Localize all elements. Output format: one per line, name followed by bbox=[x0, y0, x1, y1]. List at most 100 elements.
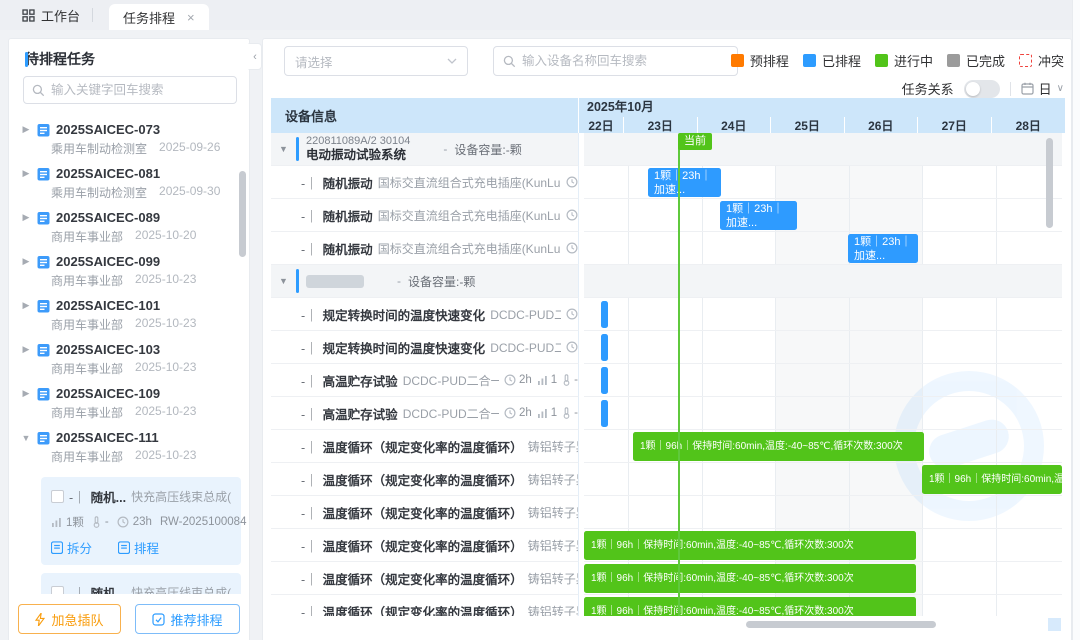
caret-down-icon[interactable]: ▼ bbox=[279, 276, 289, 286]
task-bar[interactable]: 1颗｜96h｜保持时间:60min,温度:-40~85℃,循环次数:300次 bbox=[633, 432, 924, 461]
task-checkbox[interactable] bbox=[51, 490, 64, 503]
caret-right-icon[interactable]: ▶ bbox=[21, 212, 31, 223]
gantt-task-row-track: 1颗｜96h｜保持时间:60min,温度:-40~85℃,循环次数:300次 bbox=[584, 463, 1062, 496]
gantt-task-row-track bbox=[584, 496, 1062, 529]
task-checkbox[interactable] bbox=[51, 586, 64, 594]
tab-workbench[interactable]: 工作台 bbox=[0, 0, 92, 30]
sidebar-search[interactable] bbox=[23, 76, 237, 104]
tree-item[interactable]: ▶2025SAICEC-109商用车事业部2025-10-23 bbox=[9, 381, 249, 425]
sidebar-scrollbar[interactable] bbox=[239, 171, 246, 257]
gantt-task-row-label[interactable]: -｜温度循环（规定变化率的温度循环）铸铝转子异步 bbox=[271, 496, 579, 529]
panel-collapse-button[interactable]: ‹ bbox=[248, 43, 262, 70]
caret-right-icon[interactable]: ▶ bbox=[21, 300, 31, 311]
test-item-spec: 国标交直流组合式充电插座(KunLun 30) bbox=[378, 207, 561, 224]
task-bar[interactable]: 1颗｜23h｜加速... bbox=[720, 201, 797, 230]
task-relation-toggle[interactable] bbox=[964, 80, 1000, 98]
caret-right-icon[interactable]: ▶ bbox=[21, 256, 31, 267]
caret-right-icon[interactable]: ▶ bbox=[21, 344, 31, 355]
day-header-cell: 26日 bbox=[844, 117, 918, 133]
caret-down-icon[interactable]: ▼ bbox=[279, 144, 289, 154]
task-bar[interactable]: 1颗｜96h｜保持时间:60min,温度:-40~85℃,循环次数:300次 bbox=[584, 531, 916, 560]
group-accent-bar bbox=[296, 269, 299, 293]
gantt-task-row-label[interactable]: -｜随机振动国标交直流组合式充电插座(KunLun 30) bbox=[271, 232, 579, 265]
tree-item[interactable]: ▶2025SAICEC-103商用车事业部2025-10-23 bbox=[9, 337, 249, 381]
test-item-name: 温度循环（规定变化率的温度循环） bbox=[323, 437, 523, 456]
tree-item[interactable]: ▶2025SAICEC-101商用车事业部2025-10-23 bbox=[9, 293, 249, 337]
gantt-group-row-label[interactable]: ▼-设备容量:-颗 bbox=[271, 265, 579, 298]
test-item-name: 温度循环（规定变化率的温度循环） bbox=[323, 536, 523, 555]
test-item-spec: 国标交直流组合式充电插座(KunLun 30) bbox=[378, 240, 561, 257]
legend-inprogress: 进行中 bbox=[875, 51, 933, 70]
horizontal-scrollbar[interactable] bbox=[746, 621, 936, 628]
tree-item[interactable]: ▶2025SAICEC-081乘用车制动检测室2025-09-30 bbox=[9, 161, 249, 205]
device-search-input[interactable] bbox=[522, 54, 728, 68]
due-date: 2025-10-23 bbox=[135, 316, 196, 333]
gantt-task-row-label[interactable]: -｜高温贮存试验DCDC-PUD二合一2h1- bbox=[271, 364, 579, 397]
gantt-task-row-label[interactable]: -｜随机振动国标交直流组合式充电插座(KunLun 30) bbox=[271, 166, 579, 199]
split-link[interactable]: 拆分 bbox=[51, 538, 92, 557]
test-item-spec: 铸铝转子异步 bbox=[528, 570, 578, 587]
top-tab-bar: 工作台 任务排程 × bbox=[0, 0, 1080, 30]
document-icon bbox=[37, 211, 50, 225]
gantt-task-row-track bbox=[584, 397, 1062, 430]
task-bar[interactable] bbox=[601, 367, 608, 394]
gantt-body: ▼220811089A/2 30104电动振动试验系统-设备容量:-颗-｜随机振… bbox=[271, 133, 1065, 616]
task-bar[interactable]: 1颗｜96h｜保持时间:60min,温度:-40~85℃,循环次数:300次 bbox=[922, 465, 1062, 494]
duration-value: 23h bbox=[133, 516, 152, 528]
recommend-icon bbox=[152, 613, 165, 626]
chart-controls: 任务关系 日 ∨ bbox=[902, 79, 1064, 98]
task-bar[interactable]: 1颗｜96h｜保持时间:60min,温度:-40~85℃,循环次数:300次 bbox=[584, 564, 916, 593]
search-icon bbox=[503, 55, 516, 68]
tree-item[interactable]: ▶2025SAICEC-089商用车事业部2025-10-20 bbox=[9, 205, 249, 249]
task-bar[interactable]: 1颗｜23h｜加速... bbox=[848, 234, 918, 263]
recommend-schedule-button[interactable]: 推荐排程 bbox=[135, 604, 240, 634]
pending-task-list: ▶2025SAICEC-073乘用车制动检测室2025-09-26▶2025SA… bbox=[9, 113, 249, 594]
gantt-task-row-label[interactable]: -｜规定转换时间的温度快速变化DCDC-PUD二合一 bbox=[271, 331, 579, 364]
tree-item[interactable]: ▶2025SAICEC-099商用车事业部2025-10-23 bbox=[9, 249, 249, 293]
device-search[interactable] bbox=[493, 46, 738, 76]
gantt-task-row-label[interactable]: -｜温度循环（规定变化率的温度循环）铸铝转子异步 bbox=[271, 595, 579, 616]
chart-vertical-scrollbar[interactable] bbox=[1046, 138, 1053, 228]
device-capacity: 设备容量:-颗 bbox=[454, 141, 521, 158]
caret-right-icon[interactable]: ▶ bbox=[21, 388, 31, 399]
task-bar[interactable] bbox=[601, 400, 608, 427]
task-bar[interactable]: 1颗｜96h｜保持时间:60min,温度:-40~85℃,循环次数:300次 bbox=[584, 597, 916, 616]
gantt-task-row-label[interactable]: -｜温度循环（规定变化率的温度循环）铸铝转子异步 bbox=[271, 430, 579, 463]
caret-right-icon[interactable]: ▶ bbox=[21, 168, 31, 179]
gantt-task-row-label[interactable]: -｜随机振动国标交直流组合式充电插座(KunLun 30) bbox=[271, 199, 579, 232]
status-legend: 预排程 已排程 进行中 已完成 冲突 bbox=[731, 51, 1064, 70]
tab-task-schedule[interactable]: 任务排程 × bbox=[109, 4, 209, 30]
test-item-name: 温度循环（规定变化率的温度循环） bbox=[323, 470, 523, 489]
close-icon[interactable]: × bbox=[187, 10, 195, 25]
tree-item[interactable]: ▶2025SAICEC-073乘用车制动检测室2025-09-26 bbox=[9, 117, 249, 161]
day-header-cell: 24日 bbox=[697, 117, 771, 133]
department-label: 商用车事业部 bbox=[51, 316, 123, 333]
legend-swatch-completed bbox=[947, 54, 960, 67]
task-name: 随机... bbox=[91, 583, 126, 594]
sidebar-search-input[interactable] bbox=[51, 83, 228, 97]
task-bar[interactable] bbox=[601, 334, 608, 361]
task-bar[interactable]: 1颗｜23h｜加速... bbox=[648, 168, 721, 197]
gantt-group-row-label[interactable]: ▼220811089A/2 30104电动振动试验系统-设备容量:-颗 bbox=[271, 133, 579, 166]
work-order-code: RW-2025100084 bbox=[160, 516, 247, 528]
gantt-task-row-label[interactable]: -｜规定转换时间的温度快速变化DCDC-PUD二合一 bbox=[271, 298, 579, 331]
view-mode-select[interactable]: 日 ∨ bbox=[1021, 79, 1064, 98]
gantt-task-row-label[interactable]: -｜高温贮存试验DCDC-PUD二合一2h1- bbox=[271, 397, 579, 430]
task-card[interactable]: -｜随机...快充高压线束总成(45...1颗-23hRW-2025100085… bbox=[41, 573, 241, 594]
document-icon bbox=[37, 299, 50, 313]
gantt-task-row-label[interactable]: -｜温度循环（规定变化率的温度循环）铸铝转子异步 bbox=[271, 463, 579, 496]
schedule-link[interactable]: 排程 bbox=[118, 538, 159, 557]
urgent-insert-button[interactable]: 加急插队 bbox=[18, 604, 120, 634]
gantt-task-row-label[interactable]: -｜温度循环（规定变化率的温度循环）铸铝转子异步 bbox=[271, 562, 579, 595]
gantt-task-row-label[interactable]: -｜温度循环（规定变化率的温度循环）铸铝转子异步 bbox=[271, 529, 579, 562]
tree-item[interactable]: ▼2025SAICEC-111商用车事业部2025-10-23 bbox=[9, 425, 249, 469]
task-bar[interactable] bbox=[601, 301, 608, 328]
caret-down-icon[interactable]: ▼ bbox=[21, 433, 31, 443]
tab-workbench-label: 工作台 bbox=[41, 6, 80, 25]
filter-select[interactable]: 请选择 bbox=[284, 46, 468, 76]
caret-right-icon[interactable]: ▶ bbox=[21, 124, 31, 135]
project-code: 2025SAICEC-099 bbox=[56, 254, 160, 269]
project-code: 2025SAICEC-081 bbox=[56, 166, 160, 181]
task-card[interactable]: -｜随机...快充高压线束总成(45...1颗-23hRW-2025100084… bbox=[41, 477, 241, 565]
clock-icon bbox=[566, 341, 578, 353]
